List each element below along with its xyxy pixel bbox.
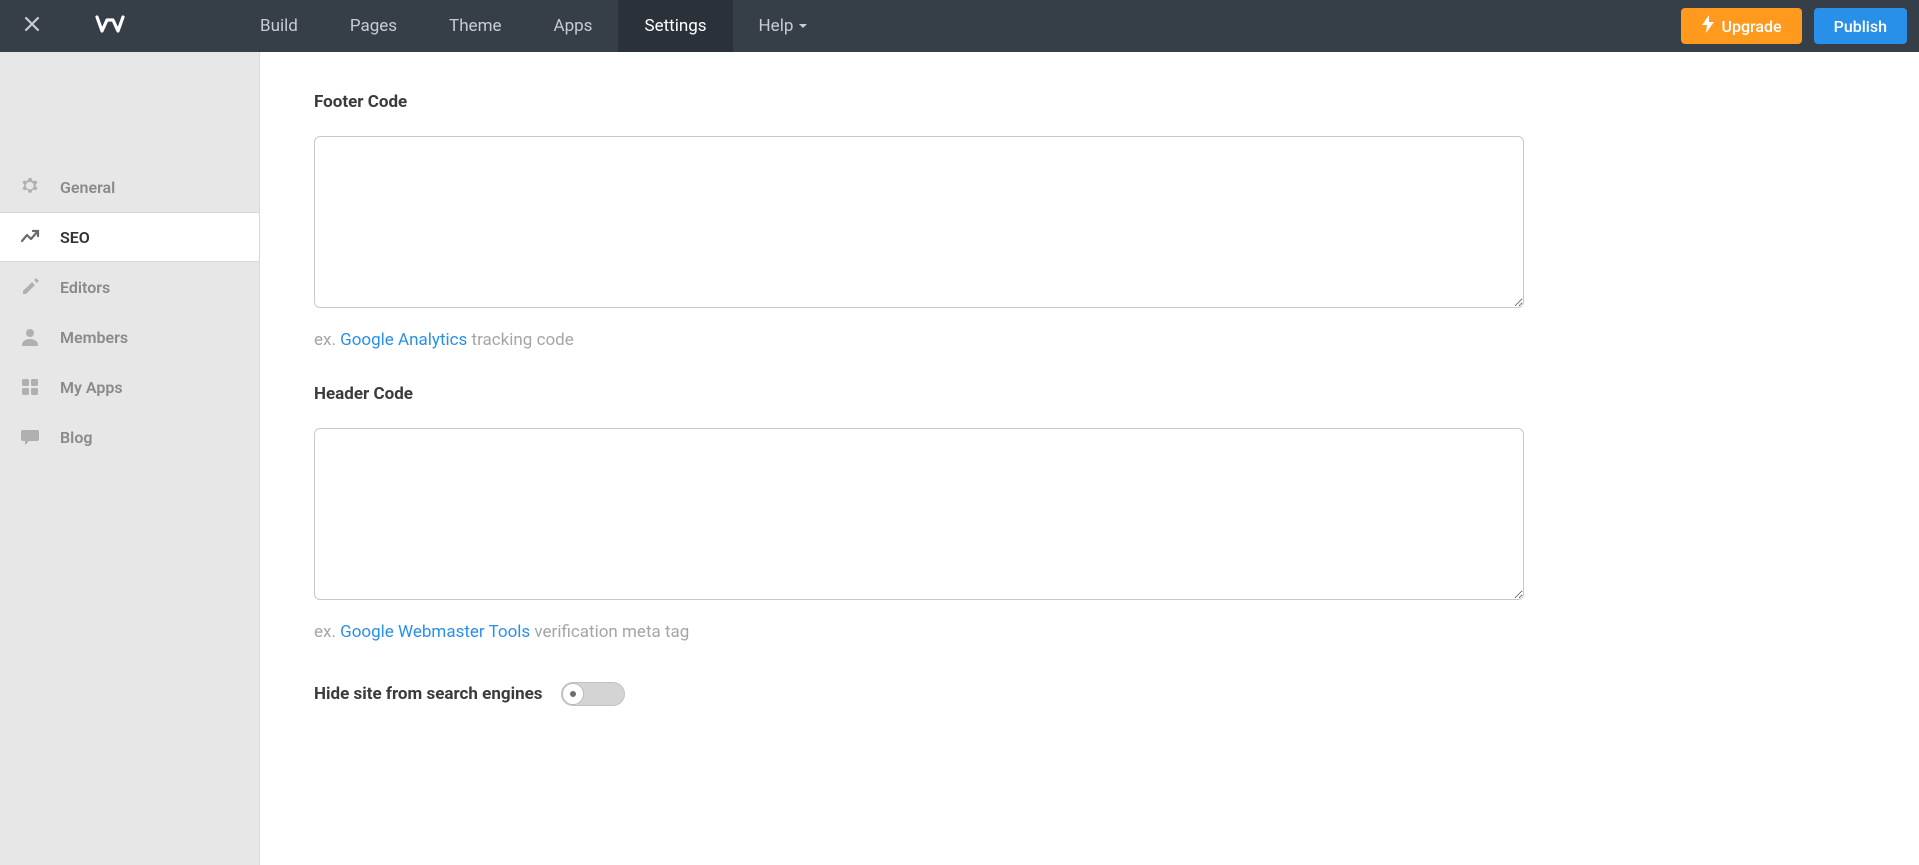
gear-icon — [18, 175, 42, 199]
footer-code-label: Footer Code — [314, 92, 1865, 112]
apps-icon — [18, 375, 42, 399]
sidebar-item-editors[interactable]: Editors — [0, 262, 259, 312]
nav-theme[interactable]: Theme — [423, 0, 527, 52]
bolt-icon — [1701, 15, 1715, 37]
sidebar-item-label: General — [60, 178, 115, 197]
weebly-logo-icon — [95, 13, 125, 39]
topbar-left — [8, 0, 134, 52]
nav-help[interactable]: Help — [733, 0, 834, 52]
publish-button[interactable]: Publish — [1814, 8, 1907, 44]
sidebar-item-blog[interactable]: Blog — [0, 412, 259, 462]
sidebar-item-label: SEO — [60, 228, 90, 247]
pencil-icon — [18, 275, 42, 299]
sidebar: General SEO Editors Members My Apps — [0, 52, 260, 865]
hide-site-row: Hide site from search engines — [314, 682, 1865, 706]
header-code-textarea[interactable] — [314, 428, 1524, 600]
upgrade-label: Upgrade — [1721, 17, 1781, 36]
close-button[interactable] — [8, 0, 56, 52]
publish-label: Publish — [1834, 17, 1887, 36]
hint-prefix: ex. — [314, 622, 340, 642]
top-nav: Build Pages Theme Apps Settings Help — [234, 0, 833, 52]
sidebar-item-myapps[interactable]: My Apps — [0, 362, 259, 412]
top-bar: Build Pages Theme Apps Settings Help Upg… — [0, 0, 1919, 52]
header-code-label: Header Code — [314, 384, 1865, 404]
toggle-knob — [562, 683, 584, 705]
footer-code-group: Footer Code ex. Google Analytics trackin… — [314, 92, 1865, 350]
sidebar-item-members[interactable]: Members — [0, 312, 259, 362]
topbar-right: Upgrade Publish — [1681, 8, 1911, 44]
close-icon — [23, 15, 41, 37]
footer-code-textarea[interactable] — [314, 136, 1524, 308]
weebly-logo[interactable] — [86, 0, 134, 52]
trend-icon — [18, 225, 42, 249]
nav-build[interactable]: Build — [234, 0, 324, 52]
google-analytics-link[interactable]: Google Analytics — [340, 330, 467, 350]
content-wrap: General SEO Editors Members My Apps — [0, 52, 1919, 865]
footer-code-hint: ex. Google Analytics tracking code — [314, 330, 1865, 350]
hint-prefix: ex. — [314, 330, 340, 350]
hint-suffix: verification meta tag — [530, 622, 689, 642]
user-icon — [18, 325, 42, 349]
nav-pages[interactable]: Pages — [324, 0, 423, 52]
chat-icon — [18, 425, 42, 449]
sidebar-item-label: Blog — [60, 428, 92, 447]
chevron-down-icon — [799, 24, 807, 28]
nav-settings[interactable]: Settings — [618, 0, 732, 52]
sidebar-item-seo[interactable]: SEO — [0, 212, 259, 262]
upgrade-button[interactable]: Upgrade — [1681, 8, 1801, 44]
nav-help-label: Help — [759, 0, 794, 52]
header-code-group: Header Code ex. Google Webmaster Tools v… — [314, 384, 1865, 642]
hide-site-label: Hide site from search engines — [314, 684, 543, 704]
header-code-hint: ex. Google Webmaster Tools verification … — [314, 622, 1865, 642]
main-panel: Footer Code ex. Google Analytics trackin… — [260, 52, 1919, 865]
sidebar-item-general[interactable]: General — [0, 162, 259, 212]
hint-suffix: tracking code — [467, 330, 573, 350]
nav-apps[interactable]: Apps — [528, 0, 619, 52]
sidebar-item-label: My Apps — [60, 378, 123, 397]
google-webmaster-link[interactable]: Google Webmaster Tools — [340, 622, 530, 642]
sidebar-item-label: Editors — [60, 278, 110, 297]
hide-site-toggle[interactable] — [561, 682, 625, 706]
sidebar-item-label: Members — [60, 328, 128, 347]
